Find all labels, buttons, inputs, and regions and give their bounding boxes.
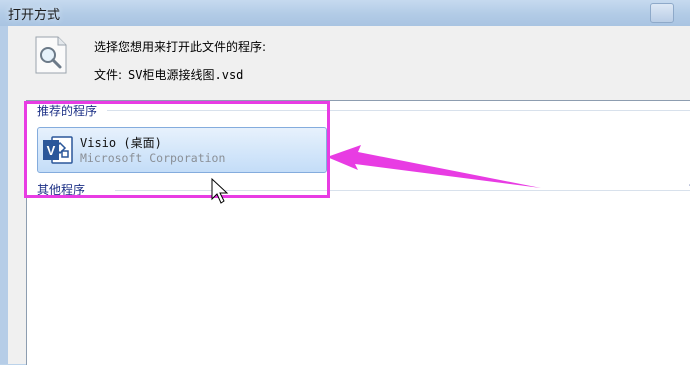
annotation-arrow (327, 145, 541, 188)
annotation-overlay (211, 145, 541, 204)
mouse-cursor-icon (211, 177, 229, 204)
